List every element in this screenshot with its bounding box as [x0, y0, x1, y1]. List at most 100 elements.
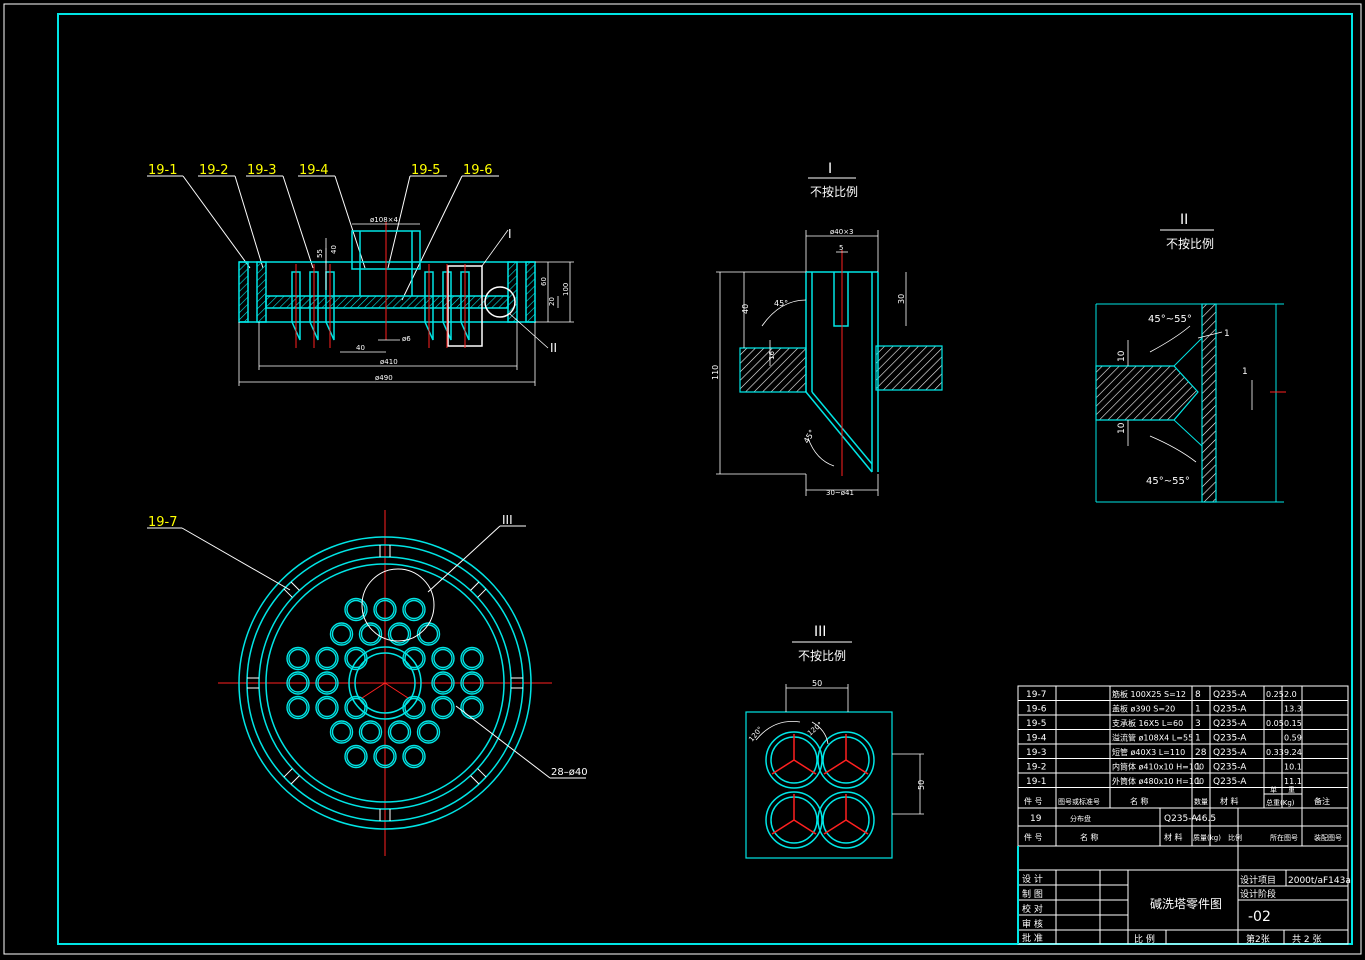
dim-40: 40 [741, 304, 750, 314]
dim-10a: 10 [1117, 350, 1127, 362]
tube-hole [387, 622, 412, 646]
bom-h-qty: 数量 [1194, 797, 1208, 806]
asm-weight: 46.5 [1196, 814, 1216, 824]
tube-hole [329, 622, 354, 646]
bom-cell-no: 19-1 [1026, 777, 1046, 787]
tube-hole [431, 646, 455, 671]
ref-II-label: II [550, 341, 557, 355]
bom-cell-qty: 1 [1195, 734, 1201, 744]
dim-40h: 40 [356, 344, 365, 352]
bom-cell-mat: Q235-A [1213, 777, 1247, 787]
bom-cell-no: 19-6 [1026, 705, 1047, 715]
dim-50v: 50 [917, 780, 926, 790]
bill-of-materials: 19-7 筋板 100X25 S=12 8 Q235-A 0.25 2.0 19-6 盖板 ø… [1017, 685, 1349, 847]
tube-hole [387, 720, 412, 744]
tube-hole [416, 622, 441, 646]
bom-h2-weight: 质量(kg) [1193, 833, 1221, 842]
dim-30: 30 [897, 294, 906, 304]
tube-hole [460, 646, 484, 671]
bom-cell-no: 19-4 [1026, 734, 1047, 744]
bom-h2-scale: 比例 [1228, 833, 1242, 842]
title-block: 设 计 制 图 校 对 审 核 批 准 碱洗塔零件图 设计项目 2000t/aF… [1017, 845, 1351, 945]
bom-cell-name: 外筒体 ø480x10 H=100 [1112, 776, 1204, 786]
label-19-3: 19-3 [247, 163, 277, 178]
dim-1b: 1 [1242, 367, 1248, 377]
ref-III-label: III [502, 513, 513, 527]
label-19-5: 19-5 [411, 163, 441, 178]
bom-rows: 19-7 筋板 100X25 S=12 8 Q235-A 0.25 2.0 19-6 盖板 ø… [1018, 689, 1348, 788]
bom-cell-mat: Q235-A [1213, 719, 1247, 729]
tube-hole [315, 695, 339, 720]
bom-cell-total: 0.15 [1284, 719, 1302, 728]
bom-h-weight: 重 [1288, 786, 1295, 794]
detail-III-hole [817, 791, 875, 849]
role-review: 审 核 [1022, 918, 1043, 930]
detail-I: I 不按比例 ø40×3 5 30 40 110 45° 45° 16 30~ø… [711, 161, 943, 497]
tube-hole [402, 646, 426, 671]
detail-I-subtitle: 不按比例 [810, 185, 858, 199]
bom-cell-no: 19-5 [1026, 719, 1046, 729]
sheet-total: 共 2 张 [1292, 934, 1321, 945]
detail-III-hole [765, 731, 823, 789]
cad-drawing: 19-1 19-2 19-3 19-4 19-5 19-6 ø108×4 55 … [3, 3, 1362, 955]
bom-h-total: 总重(Kg) [1266, 798, 1295, 807]
bom-h-mat: 材 料 [1220, 796, 1239, 806]
bom-cell-name: 筋板 100X25 S=12 [1112, 689, 1186, 699]
bom-h2-drawing: 所在图号 [1270, 833, 1298, 842]
bom-cell-total: 2.0 [1284, 690, 1297, 699]
rib [470, 581, 487, 598]
bom-h-no: 件 号 [1024, 796, 1043, 806]
bom-h2-name: 名 称 [1080, 832, 1099, 842]
bom-cell-mat: Q235-A [1213, 748, 1247, 758]
dim-100: 100 [562, 283, 570, 296]
bom-cell-total: 11.1 [1284, 777, 1302, 786]
bom-h-single: 单 [1270, 785, 1277, 794]
role-design: 设 计 [1022, 873, 1043, 885]
rib [470, 768, 487, 785]
dim-d6: ø6 [402, 335, 411, 343]
bom-cell-total: 10.1 [1284, 763, 1302, 772]
bom-cell-qty: 1 [1195, 763, 1201, 773]
bom-cell-qty: 28 [1195, 748, 1207, 758]
role-draw: 制 图 [1022, 888, 1043, 900]
bom-cell-unit: 0.33 [1266, 748, 1284, 757]
dim-5: 5 [839, 244, 843, 252]
dim-d490: ø490 [375, 374, 393, 382]
dim-60: 60 [540, 277, 548, 286]
angle-45a: 45° [774, 299, 788, 308]
drawing-title: 碱洗塔零件图 [1150, 897, 1222, 911]
bom-row: 19-4 溢流管 ø108X4 L=55 1 Q235-A 0.59 [1018, 733, 1348, 745]
bom-cell-qty: 3 [1195, 719, 1201, 729]
dim-50h: 50 [812, 679, 822, 688]
detail-III-holes [765, 731, 875, 849]
dim-d40x3: ø40×3 [830, 228, 854, 236]
bom-row: 19-5 支承板 16X5 L=60 3 Q235-A 0.05 0.15 [1018, 718, 1348, 730]
stage-label: 设计阶段 [1240, 888, 1276, 900]
tube-hole [402, 695, 426, 720]
bom-cell-name: 盖板 ø390 S=20 [1112, 704, 1175, 714]
dim-20: 20 [548, 297, 556, 306]
dim-55: 55 [316, 249, 324, 258]
bom-cell-total: 13.3 [1284, 705, 1302, 714]
detail-II-subtitle: 不按比例 [1166, 237, 1214, 251]
detail-III-title: III [814, 624, 826, 640]
bom-h-note: 备注 [1314, 796, 1330, 806]
detail-III-subtitle: 不按比例 [798, 649, 846, 663]
tube-hole [416, 720, 441, 744]
tube-hole [344, 646, 368, 671]
bom-cell-mat: Q235-A [1213, 690, 1247, 700]
bom-cell-unit: 0.25 [1266, 690, 1284, 699]
role-approve: 批 准 [1022, 932, 1043, 944]
dim-d108: ø108×4 [370, 216, 399, 224]
detail-II: II 不按比例 45°~55° 45°~55° 10 10 1 1 [1095, 212, 1286, 503]
bom-row: 19-1 外筒体 ø480x10 H=1001 Q235-A 11.1 [1018, 776, 1348, 788]
bom-cell-mat: Q235-A [1213, 734, 1247, 744]
bom-h2-asm: 装配图号 [1314, 833, 1342, 842]
dim-30-41: 30~ø41 [826, 489, 854, 497]
dim-110: 110 [711, 365, 720, 380]
bom-cell-name: 内筒体 ø410x10 H=100 [1112, 762, 1204, 772]
tube-hole [431, 695, 455, 720]
bom-h-name: 名 称 [1130, 796, 1149, 806]
bom-h-code: 图号或标准号 [1058, 797, 1100, 806]
ref-I-label: I [508, 227, 512, 241]
